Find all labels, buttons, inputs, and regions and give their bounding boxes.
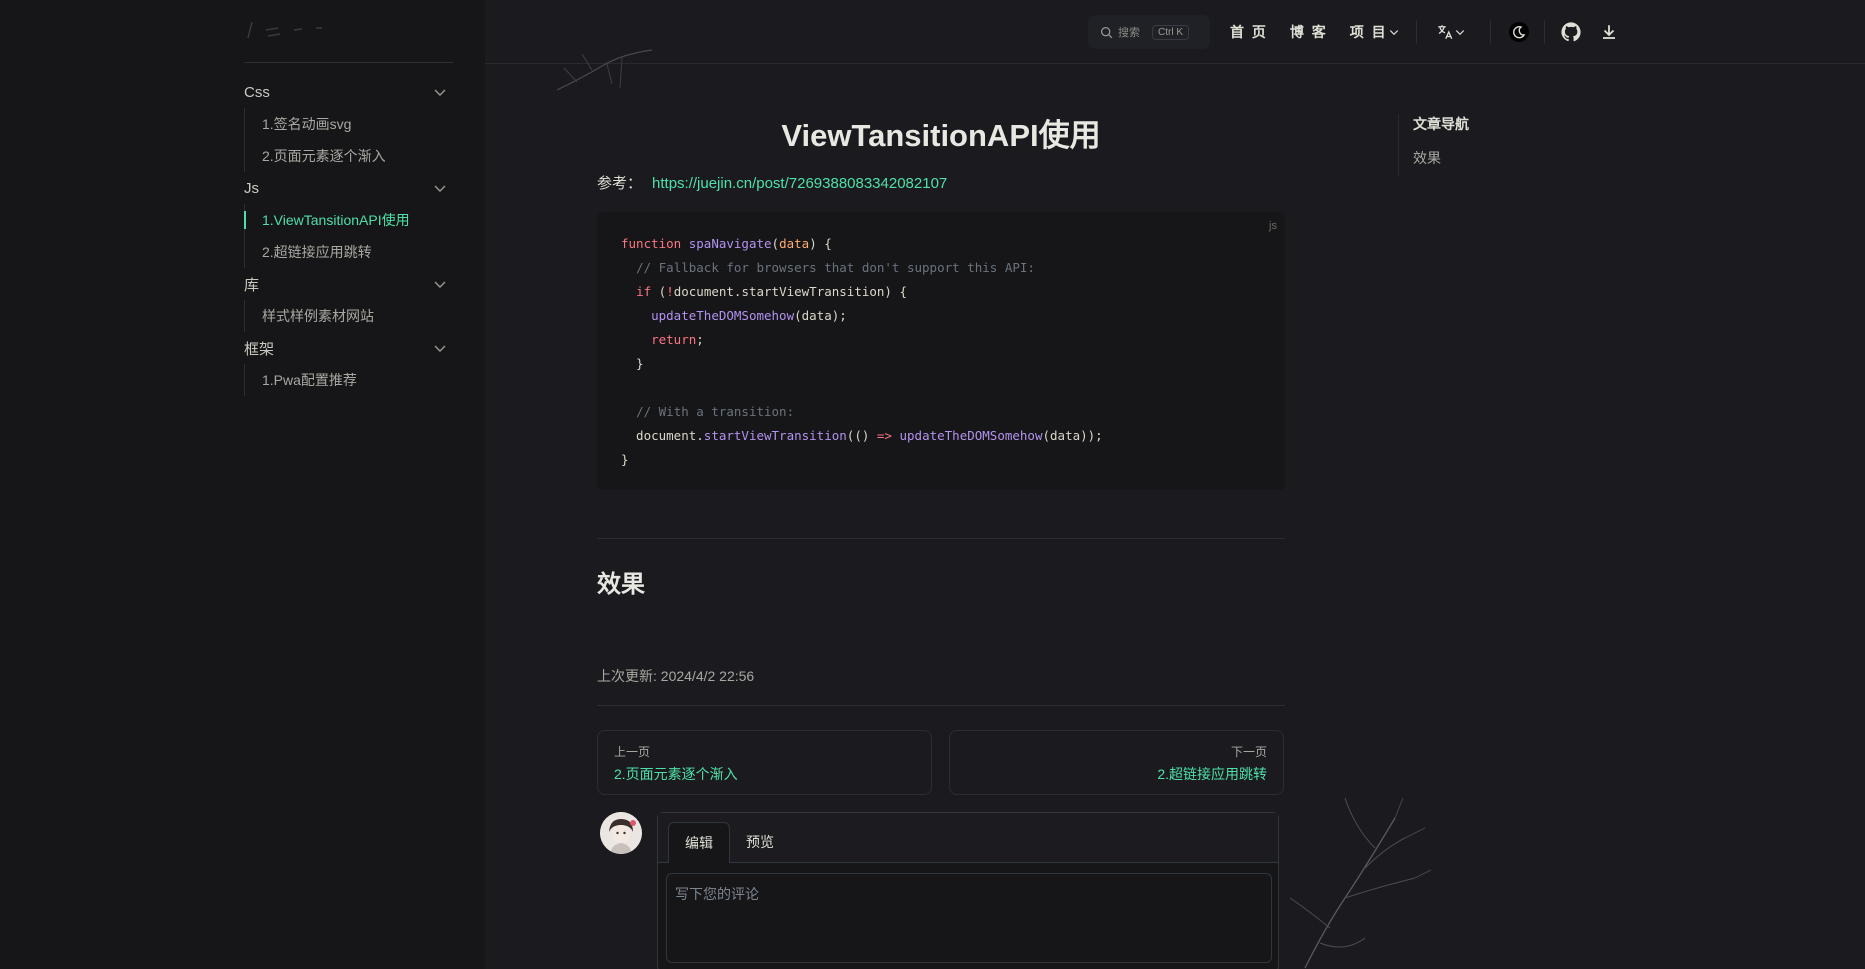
moon-icon	[1509, 22, 1529, 42]
avatar	[600, 812, 642, 854]
nav-link-home[interactable]: 首 页	[1230, 22, 1268, 42]
comment-input[interactable]: 写下您的评论	[666, 873, 1272, 963]
sidebar-group-js: Js 1.ViewTansitionAPI使用 2.超链接应用跳转	[244, 172, 454, 268]
top-navbar: 搜索 Ctrl K 首 页 博 客 项 目	[485, 0, 1865, 64]
comment-tabs: 编辑 预览	[658, 813, 1278, 863]
search-placeholder: 搜索	[1118, 27, 1140, 39]
prev-page-link[interactable]: 上一页 2.页面元素逐个渐入	[597, 730, 932, 795]
chevron-down-icon	[434, 281, 446, 288]
prev-page-label: 上一页	[614, 745, 651, 759]
download-icon	[1603, 25, 1615, 39]
nav-menu-projects[interactable]: 项 目	[1350, 22, 1400, 42]
sidebar-group-label: Js	[244, 179, 259, 197]
comment-box: 编辑 预览 写下您的评论	[657, 812, 1279, 969]
chevron-down-icon	[1455, 30, 1465, 36]
sidebar-item[interactable]: 样式样例素材网站	[245, 300, 454, 332]
download-button[interactable]	[1600, 20, 1618, 44]
translate-icon	[1438, 25, 1453, 40]
prev-page-title: 2.页面元素逐个渐入	[614, 766, 738, 782]
sidebar-group-items: 1.ViewTansitionAPI使用 2.超链接应用跳转	[244, 204, 454, 268]
search-button[interactable]: 搜索 Ctrl K	[1088, 15, 1210, 49]
sidebar-divider	[244, 62, 453, 63]
outline-item[interactable]: 效果	[1413, 148, 1469, 168]
sidebar-item[interactable]: 1.Pwa配置推荐	[245, 364, 454, 396]
site-logo[interactable]	[244, 18, 324, 42]
search-shortcut-badge: Ctrl K	[1152, 24, 1189, 40]
outline-title: 文章导航	[1413, 116, 1469, 132]
theme-toggle[interactable]	[1508, 20, 1530, 44]
chevron-down-icon	[1389, 30, 1398, 36]
reference-line: 参考： https://juejin.cn/post/72693880833420…	[597, 172, 947, 193]
github-link[interactable]	[1561, 20, 1581, 44]
chevron-down-icon	[434, 89, 446, 96]
section-divider	[597, 538, 1285, 539]
code-block[interactable]: js function spaNavigate(data) { // Fallba…	[597, 212, 1285, 490]
nav-link-blog[interactable]: 博 客	[1290, 22, 1328, 42]
next-page-label: 下一页	[1230, 745, 1267, 759]
language-switcher[interactable]	[1436, 20, 1466, 44]
sidebar-group-header[interactable]: Js	[244, 172, 454, 204]
sidebar-group-label: Css	[244, 83, 270, 101]
tab-preview[interactable]: 预览	[730, 822, 790, 862]
sidebar-item[interactable]: 2.页面元素逐个渐入	[245, 140, 454, 172]
nav-divider	[1544, 20, 1545, 44]
nav-divider	[1490, 20, 1491, 44]
sidebar-group-items: 1.签名动画svg 2.页面元素逐个渐入	[244, 108, 454, 172]
sidebar-group-header[interactable]: 库	[244, 268, 454, 300]
sidebar-group-framework: 框架 1.Pwa配置推荐	[244, 332, 454, 396]
section-heading: 效果	[597, 571, 645, 598]
sidebar-group-label: 库	[244, 276, 260, 294]
chevron-down-icon	[434, 345, 446, 352]
sidebar: Css 1.签名动画svg 2.页面元素逐个渐入 Js 1.ViewTansit…	[0, 0, 485, 969]
sidebar-nav: Css 1.签名动画svg 2.页面元素逐个渐入 Js 1.ViewTansit…	[244, 76, 454, 396]
sidebar-group-css: Css 1.签名动画svg 2.页面元素逐个渐入	[244, 76, 454, 172]
sidebar-group-lib: 库 样式样例素材网站	[244, 268, 454, 332]
nav-links: 首 页 博 客 项 目	[1230, 0, 1400, 64]
ink-plant-decoration	[1289, 797, 1432, 969]
sidebar-group-header[interactable]: Css	[244, 76, 454, 108]
sidebar-group-header[interactable]: 框架	[244, 332, 454, 364]
article-outline: 文章导航 效果	[1398, 114, 1469, 176]
sidebar-group-items: 样式样例素材网站	[244, 300, 454, 332]
github-icon	[1561, 22, 1581, 42]
reference-link[interactable]: https://juejin.cn/post/72693880833420821…	[652, 175, 947, 192]
sidebar-item[interactable]: 2.超链接应用跳转	[245, 236, 454, 268]
tab-edit[interactable]: 编辑	[668, 822, 730, 863]
footer-divider	[597, 705, 1285, 706]
sidebar-group-items: 1.Pwa配置推荐	[244, 364, 454, 396]
code-language-label: js	[1269, 220, 1277, 232]
last-updated: 上次更新: 2024/4/2 22:56	[597, 668, 755, 684]
reference-label: 参考：	[597, 175, 643, 192]
chevron-down-icon	[434, 185, 446, 192]
sidebar-group-label: 框架	[244, 340, 275, 358]
search-icon	[1101, 26, 1113, 38]
page-title: ViewTansitionAPI使用	[781, 118, 1101, 153]
next-page-link[interactable]: 下一页 2.超链接应用跳转	[949, 730, 1284, 795]
next-page-title: 2.超链接应用跳转	[1157, 766, 1267, 782]
sidebar-item[interactable]: 1.签名动画svg	[245, 108, 454, 140]
nav-menu-projects-label: 项 目	[1349, 24, 1388, 40]
sidebar-item-active[interactable]: 1.ViewTansitionAPI使用	[244, 204, 454, 236]
nav-divider	[1416, 20, 1417, 44]
